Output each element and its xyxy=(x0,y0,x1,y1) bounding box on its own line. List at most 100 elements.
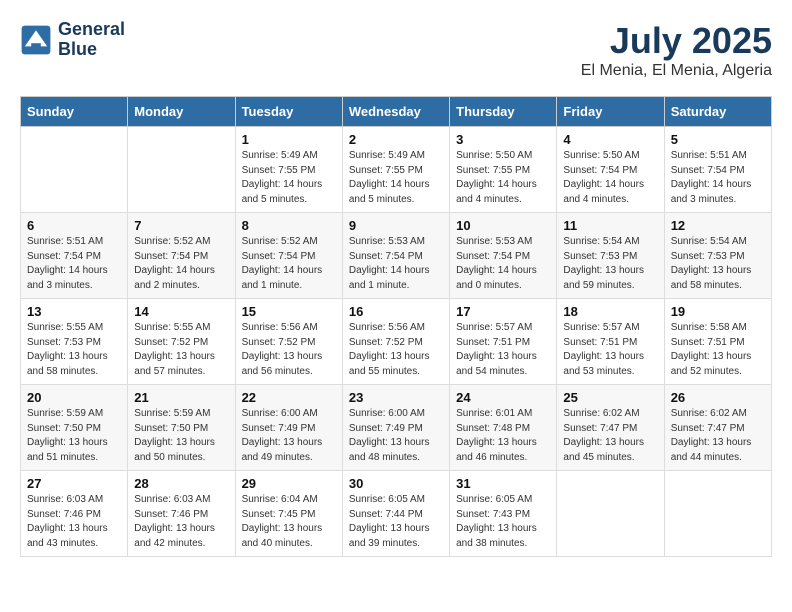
calendar-cell: 11Sunrise: 5:54 AM Sunset: 7:53 PM Dayli… xyxy=(557,213,664,299)
calendar-cell: 28 Sunrise: 6:03 AM Sunset: 7:46 PM Dayli… xyxy=(128,471,235,557)
calendar-cell: 2Sunrise: 5:49 AM Sunset: 7:55 PM Daylig… xyxy=(342,127,449,213)
header-friday: Friday xyxy=(557,97,664,127)
day-number: 9 xyxy=(349,218,443,233)
day-info: Sunrise: 6:00 AM Sunset: 7:49 PM Dayligh… xyxy=(242,407,336,465)
calendar-cell: 21 Sunrise: 5:59 AM Sunset: 7:50 PM Dayli… xyxy=(128,385,235,471)
calendar-header-row: SundayMondayTuesdayWednesdayThursdayFrid… xyxy=(21,97,772,127)
calendar-cell: 6 Sunrise: 5:51 AM Sunset: 7:54 PM Daylig… xyxy=(21,213,128,299)
calendar-cell: 22Sunrise: 6:00 AM Sunset: 7:49 PM Dayli… xyxy=(235,385,342,471)
day-number: 13 xyxy=(27,304,121,319)
week-row-3: 13Sunrise: 5:55 AM Sunset: 7:53 PM Dayli… xyxy=(21,299,772,385)
day-info: Sunrise: 5:55 AM Sunset: 7:52 PM Dayligh… xyxy=(134,321,228,379)
day-info: Sunrise: 5:56 AM Sunset: 7:52 PM Dayligh… xyxy=(242,321,336,379)
day-number: 18 xyxy=(563,304,657,319)
calendar-cell: 19 Sunrise: 5:58 AM Sunset: 7:51 PM Dayli… xyxy=(664,299,771,385)
day-info: Sunrise: 5:52 AM Sunset: 7:54 PM Dayligh… xyxy=(242,235,336,293)
week-row-4: 20 Sunrise: 5:59 AM Sunset: 7:50 PM Dayli… xyxy=(21,385,772,471)
calendar-cell: 9 Sunrise: 5:53 AM Sunset: 7:54 PM Daylig… xyxy=(342,213,449,299)
day-info: Sunrise: 5:56 AM Sunset: 7:52 PM Dayligh… xyxy=(349,321,443,379)
day-info: Sunrise: 6:05 AM Sunset: 7:43 PM Dayligh… xyxy=(456,493,550,551)
week-row-2: 6 Sunrise: 5:51 AM Sunset: 7:54 PM Daylig… xyxy=(21,213,772,299)
day-info: Sunrise: 5:53 AM Sunset: 7:54 PM Dayligh… xyxy=(456,235,550,293)
week-row-1: 1 Sunrise: 5:49 AM Sunset: 7:55 PM Daylig… xyxy=(21,127,772,213)
day-info: Sunrise: 5:59 AM Sunset: 7:50 PM Dayligh… xyxy=(27,407,121,465)
day-info: Sunrise: 5:59 AM Sunset: 7:50 PM Dayligh… xyxy=(134,407,228,465)
day-number: 25 xyxy=(563,390,657,405)
day-number: 14 xyxy=(134,304,228,319)
calendar-cell: 30 Sunrise: 6:05 AM Sunset: 7:44 PM Dayli… xyxy=(342,471,449,557)
day-number: 12 xyxy=(671,218,765,233)
week-row-5: 27 Sunrise: 6:03 AM Sunset: 7:46 PM Dayli… xyxy=(21,471,772,557)
day-info: Sunrise: 5:51 AM Sunset: 7:54 PM Dayligh… xyxy=(27,235,121,293)
calendar-cell: 20 Sunrise: 5:59 AM Sunset: 7:50 PM Dayli… xyxy=(21,385,128,471)
day-number: 17 xyxy=(456,304,550,319)
calendar-cell xyxy=(664,471,771,557)
header-monday: Monday xyxy=(128,97,235,127)
day-number: 8 xyxy=(242,218,336,233)
day-number: 6 xyxy=(27,218,121,233)
calendar-cell: 1 Sunrise: 5:49 AM Sunset: 7:55 PM Daylig… xyxy=(235,127,342,213)
day-info: Sunrise: 5:49 AM Sunset: 7:55 PM Dayligh… xyxy=(349,149,443,207)
day-number: 27 xyxy=(27,476,121,491)
day-info: Sunrise: 6:02 AM Sunset: 7:47 PM Dayligh… xyxy=(671,407,765,465)
calendar-cell: 5Sunrise: 5:51 AM Sunset: 7:54 PM Daylig… xyxy=(664,127,771,213)
day-number: 15 xyxy=(242,304,336,319)
day-info: Sunrise: 5:54 AM Sunset: 7:53 PM Dayligh… xyxy=(563,235,657,293)
day-info: Sunrise: 5:52 AM Sunset: 7:54 PM Dayligh… xyxy=(134,235,228,293)
day-number: 26 xyxy=(671,390,765,405)
calendar-cell: 13Sunrise: 5:55 AM Sunset: 7:53 PM Dayli… xyxy=(21,299,128,385)
day-info: Sunrise: 5:53 AM Sunset: 7:54 PM Dayligh… xyxy=(349,235,443,293)
day-info: Sunrise: 6:03 AM Sunset: 7:46 PM Dayligh… xyxy=(27,493,121,551)
title-block: July 2025 El Menia, El Menia, Algeria xyxy=(581,20,772,80)
calendar-cell: 15 Sunrise: 5:56 AM Sunset: 7:52 PM Dayli… xyxy=(235,299,342,385)
day-number: 4 xyxy=(563,132,657,147)
day-number: 20 xyxy=(27,390,121,405)
day-info: Sunrise: 5:54 AM Sunset: 7:53 PM Dayligh… xyxy=(671,235,765,293)
header-saturday: Saturday xyxy=(664,97,771,127)
calendar-subtitle: El Menia, El Menia, Algeria xyxy=(581,62,772,80)
day-number: 24 xyxy=(456,390,550,405)
day-number: 28 xyxy=(134,476,228,491)
day-number: 19 xyxy=(671,304,765,319)
calendar-cell xyxy=(557,471,664,557)
logo: General Blue xyxy=(20,20,125,60)
day-info: Sunrise: 6:03 AM Sunset: 7:46 PM Dayligh… xyxy=(134,493,228,551)
day-info: Sunrise: 6:01 AM Sunset: 7:48 PM Dayligh… xyxy=(456,407,550,465)
logo-line2: Blue xyxy=(58,40,125,60)
calendar-cell xyxy=(128,127,235,213)
calendar-cell: 3 Sunrise: 5:50 AM Sunset: 7:55 PM Daylig… xyxy=(450,127,557,213)
day-info: Sunrise: 5:58 AM Sunset: 7:51 PM Dayligh… xyxy=(671,321,765,379)
calendar-cell xyxy=(21,127,128,213)
day-number: 31 xyxy=(456,476,550,491)
calendar-cell: 17 Sunrise: 5:57 AM Sunset: 7:51 PM Dayli… xyxy=(450,299,557,385)
day-number: 21 xyxy=(134,390,228,405)
header-sunday: Sunday xyxy=(21,97,128,127)
calendar-cell: 25Sunrise: 6:02 AM Sunset: 7:47 PM Dayli… xyxy=(557,385,664,471)
day-number: 16 xyxy=(349,304,443,319)
day-number: 7 xyxy=(134,218,228,233)
day-number: 23 xyxy=(349,390,443,405)
day-number: 10 xyxy=(456,218,550,233)
calendar-cell: 12 Sunrise: 5:54 AM Sunset: 7:53 PM Dayli… xyxy=(664,213,771,299)
calendar-cell: 29Sunrise: 6:04 AM Sunset: 7:45 PM Dayli… xyxy=(235,471,342,557)
calendar-cell: 31 Sunrise: 6:05 AM Sunset: 7:43 PM Dayli… xyxy=(450,471,557,557)
day-number: 3 xyxy=(456,132,550,147)
calendar-cell: 16 Sunrise: 5:56 AM Sunset: 7:52 PM Dayli… xyxy=(342,299,449,385)
day-info: Sunrise: 5:57 AM Sunset: 7:51 PM Dayligh… xyxy=(456,321,550,379)
calendar-cell: 14 Sunrise: 5:55 AM Sunset: 7:52 PM Dayli… xyxy=(128,299,235,385)
day-info: Sunrise: 5:50 AM Sunset: 7:54 PM Dayligh… xyxy=(563,149,657,207)
day-number: 29 xyxy=(242,476,336,491)
calendar-cell: 4 Sunrise: 5:50 AM Sunset: 7:54 PM Daylig… xyxy=(557,127,664,213)
calendar-cell: 7 Sunrise: 5:52 AM Sunset: 7:54 PM Daylig… xyxy=(128,213,235,299)
header-tuesday: Tuesday xyxy=(235,97,342,127)
day-info: Sunrise: 5:50 AM Sunset: 7:55 PM Dayligh… xyxy=(456,149,550,207)
day-number: 30 xyxy=(349,476,443,491)
day-info: Sunrise: 5:49 AM Sunset: 7:55 PM Dayligh… xyxy=(242,149,336,207)
calendar-table: SundayMondayTuesdayWednesdayThursdayFrid… xyxy=(20,96,772,557)
day-number: 1 xyxy=(242,132,336,147)
calendar-cell: 18Sunrise: 5:57 AM Sunset: 7:51 PM Dayli… xyxy=(557,299,664,385)
logo-line1: General xyxy=(58,20,125,40)
calendar-cell: 26 Sunrise: 6:02 AM Sunset: 7:47 PM Dayli… xyxy=(664,385,771,471)
calendar-cell: 8 Sunrise: 5:52 AM Sunset: 7:54 PM Daylig… xyxy=(235,213,342,299)
day-info: Sunrise: 6:05 AM Sunset: 7:44 PM Dayligh… xyxy=(349,493,443,551)
